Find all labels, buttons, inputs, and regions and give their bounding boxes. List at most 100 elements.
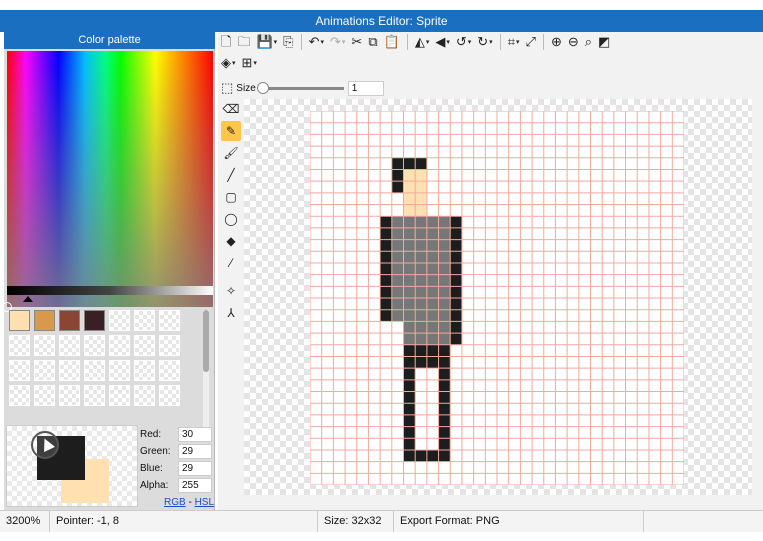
sprite-pixel[interactable] — [391, 309, 404, 322]
sprite-pixel[interactable] — [426, 251, 439, 263]
sprite-pixel[interactable] — [415, 262, 427, 275]
sprite-pixel[interactable] — [403, 333, 416, 345]
sprite-pixel[interactable] — [438, 414, 451, 427]
nodes-icon[interactable]: ⅄ — [221, 303, 241, 323]
sprite-pixel[interactable] — [426, 274, 439, 287]
rotate-right-icon[interactable]: ↻▾ — [474, 32, 495, 52]
sprite-pixel[interactable] — [450, 286, 462, 298]
blue-field[interactable]: 29 — [178, 461, 212, 476]
ellipse-icon[interactable]: ◯ — [221, 209, 241, 229]
sprite-pixel[interactable] — [403, 227, 416, 240]
sprite-pixel[interactable] — [403, 157, 416, 170]
palette-swatch[interactable] — [9, 310, 30, 331]
sprite-pixel[interactable] — [403, 449, 416, 462]
fill-screen-icon[interactable]: ◩ — [595, 32, 613, 52]
sprite-pixel[interactable] — [415, 309, 427, 322]
sprite-pixel[interactable] — [403, 368, 416, 380]
sprite-pixel[interactable] — [426, 227, 439, 240]
rectangle-icon[interactable]: ▢ — [221, 187, 241, 207]
palette-swatch[interactable] — [134, 310, 155, 331]
sprite-pixel[interactable] — [403, 298, 416, 310]
sprite-pixel[interactable] — [403, 239, 416, 252]
sprite-pixel[interactable] — [438, 274, 451, 287]
sprite-pixel[interactable] — [426, 216, 439, 228]
sprite-pixel[interactable] — [450, 262, 462, 275]
sprite-pixel[interactable] — [391, 274, 404, 287]
sprite-pixel[interactable] — [380, 298, 392, 310]
sprite-pixel[interactable] — [438, 426, 451, 439]
sprite-pixel[interactable] — [426, 449, 439, 462]
palette-swatch[interactable] — [134, 335, 155, 356]
eraser-icon[interactable]: ⌫ — [221, 99, 241, 119]
sprite-pixel[interactable] — [403, 309, 416, 322]
alpha-field[interactable]: 255 — [178, 478, 212, 493]
sprite-pixel[interactable] — [403, 169, 416, 182]
sprite-pixel[interactable] — [415, 157, 427, 170]
sprite-pixel[interactable] — [438, 368, 451, 380]
crop-icon[interactable]: ⌗▾ — [505, 32, 523, 52]
sprite-pixel[interactable] — [415, 286, 427, 298]
sprite-pixel[interactable] — [380, 262, 392, 275]
flip-horizontal-icon[interactable]: ◭▾ — [412, 32, 433, 52]
line-icon[interactable]: ╱ — [221, 165, 241, 185]
sprite-pixel[interactable] — [438, 309, 451, 322]
sprite-pixel[interactable] — [391, 239, 404, 252]
palette-swatch[interactable] — [9, 335, 30, 356]
redo-icon[interactable]: ↷▾ — [327, 32, 348, 52]
sprite-pixel[interactable] — [415, 449, 427, 462]
palette-swatch[interactable] — [9, 360, 30, 381]
sprite-pixel[interactable] — [438, 403, 451, 415]
sprite-pixel[interactable] — [415, 181, 427, 193]
palette-swatch[interactable] — [84, 360, 105, 381]
sprite-pixel[interactable] — [403, 204, 416, 217]
palette-swatch[interactable] — [109, 335, 130, 356]
sprite-pixel[interactable] — [415, 298, 427, 310]
swatch-scrollbar[interactable] — [203, 310, 209, 428]
cut-icon[interactable]: ✂ — [348, 32, 365, 52]
red-field[interactable]: 30 — [178, 427, 212, 442]
sprite-pixel[interactable] — [403, 286, 416, 298]
sprite-pixel[interactable] — [391, 262, 404, 275]
layers-icon[interactable]: ◈▾ — [218, 53, 239, 73]
sprite-pixel[interactable] — [403, 251, 416, 263]
sprite-pixel[interactable] — [403, 216, 416, 228]
palette-swatch[interactable] — [34, 335, 55, 356]
bucket-fill-icon[interactable]: ◆ — [221, 231, 241, 251]
size-slider-knob[interactable] — [256, 81, 269, 94]
sprite-pixel[interactable] — [438, 262, 451, 275]
sprite-pixel[interactable] — [438, 438, 451, 450]
sprite-pixel[interactable] — [450, 309, 462, 322]
palette-swatch[interactable] — [59, 310, 80, 331]
sprite-pixel[interactable] — [426, 262, 439, 275]
sprite-pixel[interactable] — [450, 333, 462, 345]
sprite-pixel[interactable] — [391, 181, 404, 193]
palette-swatch[interactable] — [109, 360, 130, 381]
sprite-pixel[interactable] — [403, 403, 416, 415]
export-icon[interactable]: ⎘ — [280, 32, 296, 52]
sprite-pixel[interactable] — [380, 216, 392, 228]
sprite-pixel[interactable] — [403, 379, 416, 392]
palette-swatch[interactable] — [159, 360, 180, 381]
sprite-pixel[interactable] — [415, 227, 427, 240]
sprite-pixel[interactable] — [415, 239, 427, 252]
sprite-pixel[interactable] — [450, 239, 462, 252]
sprite-pixel[interactable] — [403, 321, 416, 334]
new-file-icon[interactable]: 🗋 — [218, 32, 234, 52]
resize-icon[interactable]: ⤢ — [523, 32, 539, 52]
zoom-fit-icon[interactable]: ⌕ — [582, 32, 595, 52]
brush-icon[interactable]: 🖌 — [221, 143, 241, 163]
sprite-pixel[interactable] — [450, 227, 462, 240]
sprite-pixel[interactable] — [438, 216, 451, 228]
sprite-pixel[interactable] — [438, 286, 451, 298]
brightness-marker[interactable] — [23, 296, 33, 302]
sprite-pixel[interactable] — [415, 333, 427, 345]
sprite-pixel[interactable] — [391, 286, 404, 298]
eyedropper-icon[interactable]: ⁄ — [221, 253, 241, 273]
sprite-pixel[interactable] — [450, 251, 462, 263]
rgb-mode-link[interactable]: RGB — [164, 497, 186, 508]
sprite-pixel[interactable] — [426, 356, 439, 369]
open-folder-icon[interactable]: 🗀 — [234, 32, 253, 52]
sprite-pixel[interactable] — [426, 286, 439, 298]
pencil-icon[interactable]: ✎ — [221, 121, 241, 141]
sprite-pixel[interactable] — [415, 192, 427, 205]
